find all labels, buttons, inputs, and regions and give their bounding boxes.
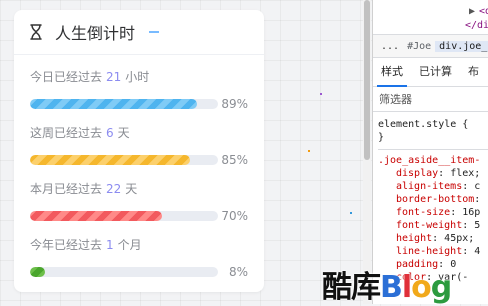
confetti-dot: [308, 150, 310, 152]
dom-node[interactable]: ▶<di: [469, 6, 488, 17]
css-property[interactable]: font-size: 16p: [378, 206, 488, 219]
hourglass-icon: [29, 24, 43, 40]
devtools-tabs: 样式 已计算 布: [373, 58, 488, 87]
item-value: 21: [106, 70, 122, 84]
expand-triangle-icon[interactable]: ▶: [469, 6, 475, 17]
page-scrollbar[interactable]: [363, 0, 371, 304]
dom-tree: ▶<di </di: [373, 0, 488, 34]
item-prefix: 今年已经过去: [30, 238, 103, 252]
progress-fill: [30, 211, 162, 221]
card-header: 人生倒计时: [14, 10, 264, 55]
item-label: 这周已经过去 6 天: [30, 124, 250, 142]
breadcrumb: ... #Joe div.joe_co: [373, 34, 488, 58]
progress-fill: [30, 155, 190, 165]
card-title: 人生倒计时: [55, 24, 136, 43]
breadcrumb-item[interactable]: div.joe_co: [435, 40, 488, 52]
item-label: 今年已经过去 1 个月: [30, 236, 250, 254]
dom-node[interactable]: </di: [465, 20, 488, 31]
countdown-item-day: 今日已经过去 21 小时 89%: [30, 68, 250, 111]
countdown-item-month: 本月已经过去 22 天 70%: [30, 180, 250, 223]
css-property[interactable]: height: 45px;: [378, 232, 488, 245]
progress-track: [30, 99, 218, 109]
item-value: 1: [106, 238, 114, 252]
progress-track: [30, 155, 218, 165]
filter-placeholder: 筛选器: [379, 93, 412, 106]
css-property[interactable]: border-bottom:: [378, 193, 488, 206]
css-property[interactable]: align-items: c: [378, 180, 488, 193]
progress-fill: [30, 267, 46, 277]
confetti-dot: [350, 212, 352, 214]
page-scrollbar-thumb[interactable]: [364, 0, 370, 160]
item-value: 22: [106, 182, 122, 196]
element-style-close: }: [378, 132, 385, 143]
tab-styles[interactable]: 样式: [373, 63, 411, 87]
element-style-header[interactable]: element.style {: [378, 118, 488, 131]
item-unit: 个月: [117, 238, 142, 252]
styles-filter-input[interactable]: 筛选器: [373, 87, 488, 112]
progress-percent: 8%: [228, 265, 248, 279]
rule-divider: [378, 149, 488, 150]
item-value: 6: [106, 126, 114, 140]
progress-percent: 85%: [221, 153, 248, 167]
item-label: 本月已经过去 22 天: [30, 180, 250, 198]
progress-percent: 89%: [221, 97, 248, 111]
progress-track: [30, 267, 218, 277]
item-prefix: 本月已经过去: [30, 182, 103, 196]
item-prefix: 这周已经过去: [30, 126, 103, 140]
css-rule-selector[interactable]: .joe_aside__item-: [378, 154, 488, 167]
progress-percent: 70%: [221, 209, 248, 223]
styles-pane: element.style { } .joe_aside__item- disp…: [373, 112, 488, 284]
css-property[interactable]: line-height: 4: [378, 245, 488, 258]
devtools-panel: ▶<di </di ... #Joe div.joe_co 样式 已计算 布 筛…: [372, 0, 488, 304]
item-unit: 小时: [125, 70, 150, 84]
countdown-item-week: 这周已经过去 6 天 85%: [30, 124, 250, 167]
breadcrumb-item[interactable]: #Joe: [403, 41, 435, 52]
progress-fill: [30, 99, 198, 109]
css-property[interactable]: font-weight: 5: [378, 219, 488, 232]
progress-track: [30, 211, 218, 221]
countdown-item-year: 今年已经过去 1 个月 8%: [30, 236, 250, 279]
confetti-dot: [320, 93, 322, 95]
title-underline-accent: [149, 31, 160, 33]
css-property[interactable]: display: flex;: [378, 167, 488, 180]
tab-computed[interactable]: 已计算: [411, 63, 460, 86]
item-prefix: 今日已经过去: [30, 70, 103, 84]
life-countdown-card: 人生倒计时 今日已经过去 21 小时 89% 这周已经过去 6 天 85% 本月已经过去…: [14, 10, 264, 292]
item-label: 今日已经过去 21 小时: [30, 68, 250, 86]
breadcrumb-overflow[interactable]: ...: [373, 41, 403, 52]
site-watermark-logo: 酷库Blog: [322, 270, 452, 305]
item-unit: 天: [125, 182, 138, 196]
tab-layout[interactable]: 布: [460, 63, 487, 86]
item-unit: 天: [117, 126, 130, 140]
